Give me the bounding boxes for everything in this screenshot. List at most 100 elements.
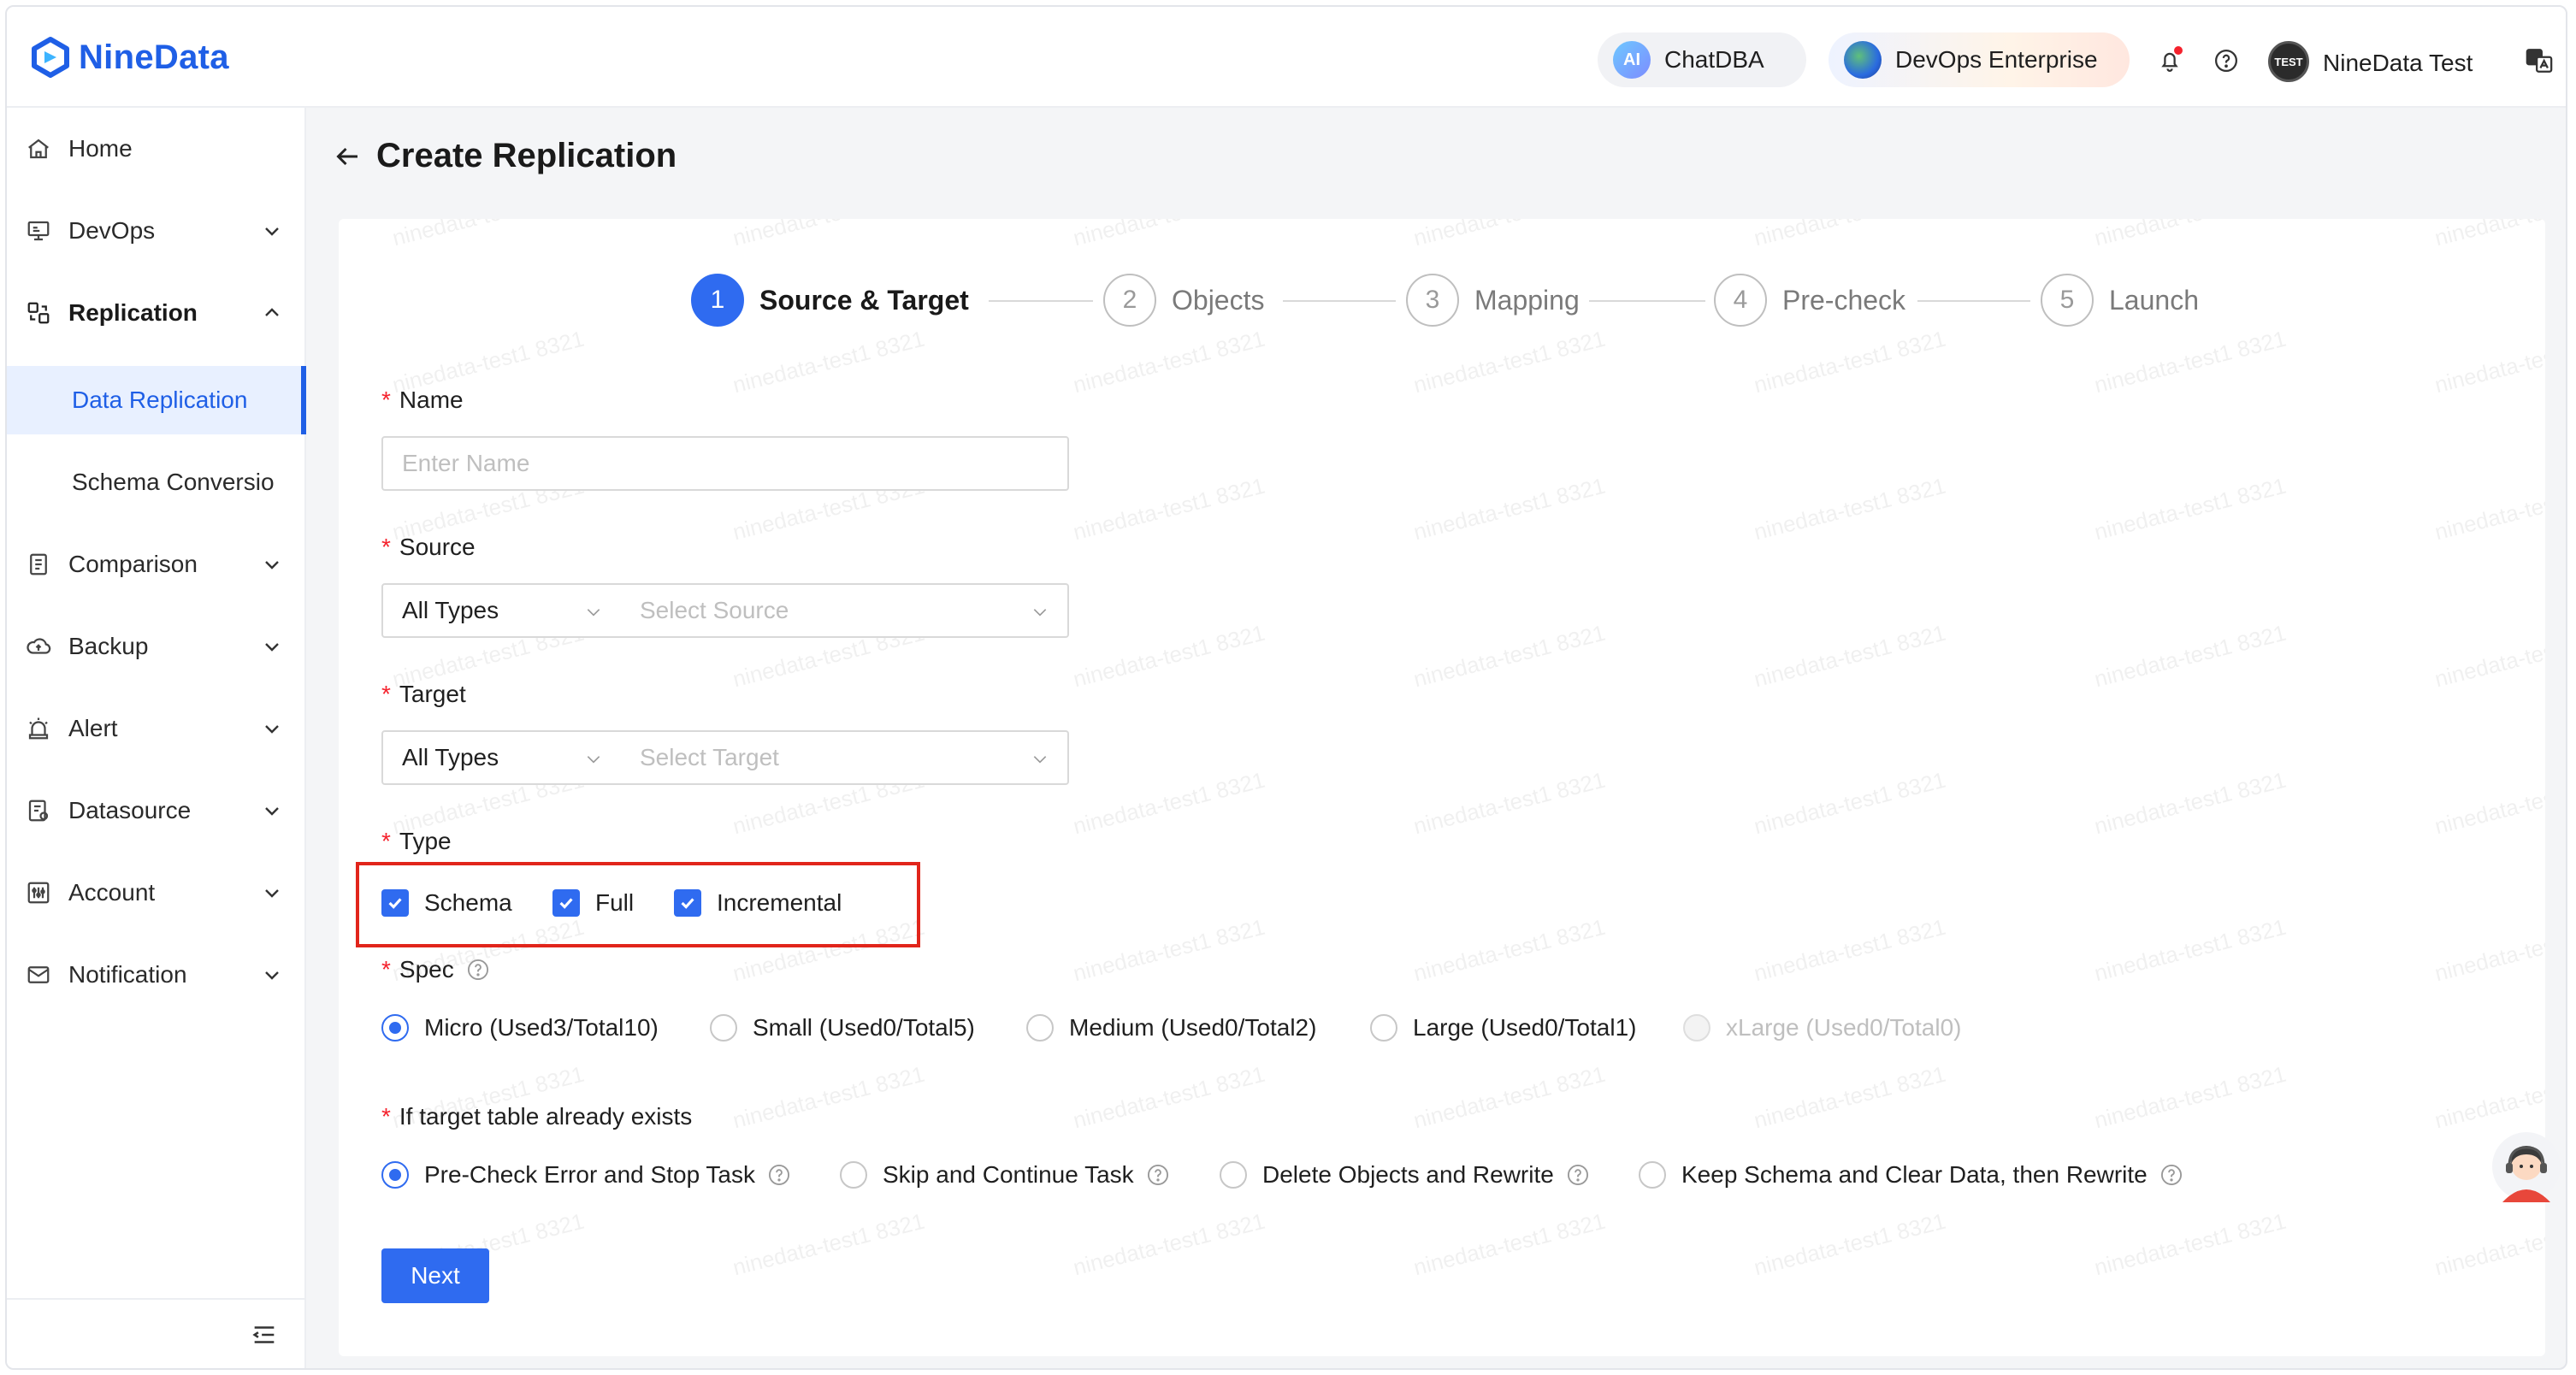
- source-label-text: Source: [399, 534, 476, 560]
- form-card: ninedata-test1 8321 ninedata-test1 8321 ni…: [339, 219, 2545, 1356]
- top-header: NineData AI ChatDBA DevOps Enterprise TE…: [7, 7, 2566, 108]
- exists-label-text: If target table already exists: [399, 1103, 693, 1130]
- next-button[interactable]: Next: [381, 1248, 489, 1303]
- spec-radio-medium[interactable]: Medium (Used0/Total2): [1026, 1014, 1316, 1042]
- back-arrow-icon[interactable]: [332, 141, 363, 172]
- sidebar-item-label: Backup: [68, 633, 149, 659]
- type-checkbox-schema[interactable]: Schema: [381, 889, 512, 917]
- checkbox-label: Incremental: [717, 889, 842, 916]
- exists-radio-delete-rewrite[interactable]: Delete Objects and Rewrite: [1220, 1161, 1590, 1189]
- watermark-text: ninedata-test1 8321: [1070, 1060, 1267, 1134]
- app-window: NineData AI ChatDBA DevOps Enterprise TE…: [5, 5, 2567, 1370]
- sidebar-item-alert[interactable]: Alert: [7, 694, 306, 763]
- step-precheck[interactable]: 4 Pre-check: [1714, 270, 1905, 330]
- spec-radio-micro[interactable]: Micro (Used3/Total10): [381, 1014, 659, 1042]
- sidebar-item-backup[interactable]: Backup: [7, 612, 306, 681]
- question-circle-icon[interactable]: [767, 1163, 791, 1187]
- avatar[interactable]: TEST: [2268, 41, 2309, 82]
- stepper: 1 Source & Target 2 Objects 3 Mapping 4 …: [339, 270, 2545, 330]
- target-type-select[interactable]: All Types: [381, 730, 623, 785]
- ai-icon: AI: [1613, 41, 1651, 79]
- type-checkbox-full[interactable]: Full: [552, 889, 634, 917]
- step-objects[interactable]: 2 Objects: [1103, 270, 1264, 330]
- radio-label: Pre-Check Error and Stop Task: [424, 1161, 755, 1188]
- watermark-text: ninedata-test1 8321: [1070, 325, 1267, 398]
- sidebar-item-datasource[interactable]: Datasource: [7, 776, 306, 845]
- source-type-value: All Types: [402, 597, 499, 623]
- support-assistant-button[interactable]: [2490, 1130, 2562, 1207]
- step-connector: [1589, 300, 1705, 302]
- language-switch-button[interactable]: [2525, 46, 2554, 75]
- type-label-text: Type: [399, 828, 452, 854]
- chevron-down-icon: [587, 756, 600, 764]
- checkbox-checked-icon: [674, 889, 701, 917]
- watermark-text: ninedata-test1 8321: [730, 1060, 927, 1134]
- checkbox-checked-icon: [552, 889, 580, 917]
- watermark-text: ninedata-test1 8321: [1410, 913, 1608, 987]
- radio-label: Micro (Used3/Total10): [424, 1014, 659, 1041]
- type-checkbox-incremental[interactable]: Incremental: [674, 889, 842, 917]
- name-label: * Name: [381, 387, 464, 414]
- step-source-target[interactable]: 1 Source & Target: [691, 270, 969, 330]
- spec-radio-large[interactable]: Large (Used0/Total1): [1370, 1014, 1636, 1042]
- watermark-text: ninedata-test1 8321: [2431, 326, 2545, 398]
- sidebar-subitem-data-replication[interactable]: Data Replication: [7, 366, 306, 434]
- step-connector: [1917, 300, 2030, 302]
- sidebar-item-home[interactable]: Home: [7, 115, 306, 183]
- alert-icon: [24, 714, 53, 743]
- watermark-text: ninedata-test1 8321: [1751, 1207, 1948, 1281]
- name-input[interactable]: Enter Name: [381, 436, 1069, 491]
- radio-label: Skip and Continue Task: [883, 1161, 1134, 1188]
- radio-empty-icon: [710, 1014, 737, 1042]
- watermark-text: ninedata-test1 8321: [2091, 619, 2289, 693]
- type-label: * Type: [381, 828, 452, 855]
- exists-radio-keep-schema-clear[interactable]: Keep Schema and Clear Data, then Rewrite: [1639, 1161, 2183, 1189]
- watermark-text: ninedata-test1 8321: [2091, 325, 2289, 398]
- name-placeholder: Enter Name: [402, 450, 530, 476]
- sidebar-item-comparison[interactable]: Comparison: [7, 530, 306, 599]
- sidebar-item-account[interactable]: Account: [7, 859, 306, 927]
- logo[interactable]: NineData: [29, 36, 229, 79]
- exists-radio-skip-continue[interactable]: Skip and Continue Task: [840, 1161, 1170, 1189]
- step-mapping[interactable]: 3 Mapping: [1406, 270, 1580, 330]
- watermark-text: ninedata-test1 8321: [1751, 913, 1948, 987]
- radio-selected-icon: [381, 1161, 409, 1189]
- sidebar-item-devops[interactable]: DevOps: [7, 197, 306, 265]
- chatdba-button[interactable]: AI ChatDBA: [1598, 32, 1806, 87]
- watermark-text: ninedata-test1 8321: [390, 219, 588, 251]
- devops-enterprise-button[interactable]: DevOps Enterprise: [1829, 32, 2130, 87]
- sidebar-item-replication[interactable]: Replication: [7, 279, 306, 347]
- watermark-text: ninedata-test1 8321: [1411, 219, 1609, 251]
- source-select[interactable]: Select Source: [621, 583, 1069, 638]
- sidebar-item-notification[interactable]: Notification: [7, 941, 306, 1009]
- required-mark: *: [381, 534, 391, 560]
- question-circle-icon[interactable]: [2159, 1163, 2183, 1187]
- username[interactable]: NineData Test: [2323, 50, 2473, 77]
- sidebar-subitem-schema-conversion[interactable]: Schema Conversio: [7, 448, 306, 516]
- help-button[interactable]: [2212, 46, 2241, 75]
- chevron-down-icon: [265, 227, 279, 236]
- chevron-down-icon: [587, 609, 600, 617]
- exists-radio-precheck-stop[interactable]: Pre-Check Error and Stop Task: [381, 1161, 791, 1189]
- collapse-menu-icon[interactable]: [250, 1320, 279, 1349]
- spec-label: * Spec: [381, 956, 490, 983]
- sidebar-item-label: Alert: [68, 715, 118, 741]
- target-select[interactable]: Select Target: [621, 730, 1069, 785]
- support-agent-icon: [2492, 1132, 2561, 1202]
- sidebar-item-label: DevOps: [68, 217, 156, 244]
- radio-label: Medium (Used0/Total2): [1069, 1014, 1317, 1041]
- required-mark: *: [381, 828, 391, 854]
- question-circle-icon[interactable]: [1566, 1163, 1590, 1187]
- source-type-select[interactable]: All Types: [381, 583, 623, 638]
- question-circle-icon: [2215, 50, 2237, 72]
- question-circle-icon[interactable]: [1146, 1163, 1170, 1187]
- spec-radio-small[interactable]: Small (Used0/Total5): [710, 1014, 975, 1042]
- sidebar-item-label: Datasource: [68, 797, 192, 823]
- required-mark: *: [381, 387, 391, 413]
- step-launch[interactable]: 5 Launch: [2041, 270, 2199, 330]
- notification-bell-button[interactable]: [2155, 46, 2184, 75]
- home-icon: [24, 134, 53, 163]
- radio-label: Small (Used0/Total5): [753, 1014, 975, 1041]
- ninedata-logo-icon: [32, 37, 69, 78]
- question-circle-icon[interactable]: [466, 958, 490, 982]
